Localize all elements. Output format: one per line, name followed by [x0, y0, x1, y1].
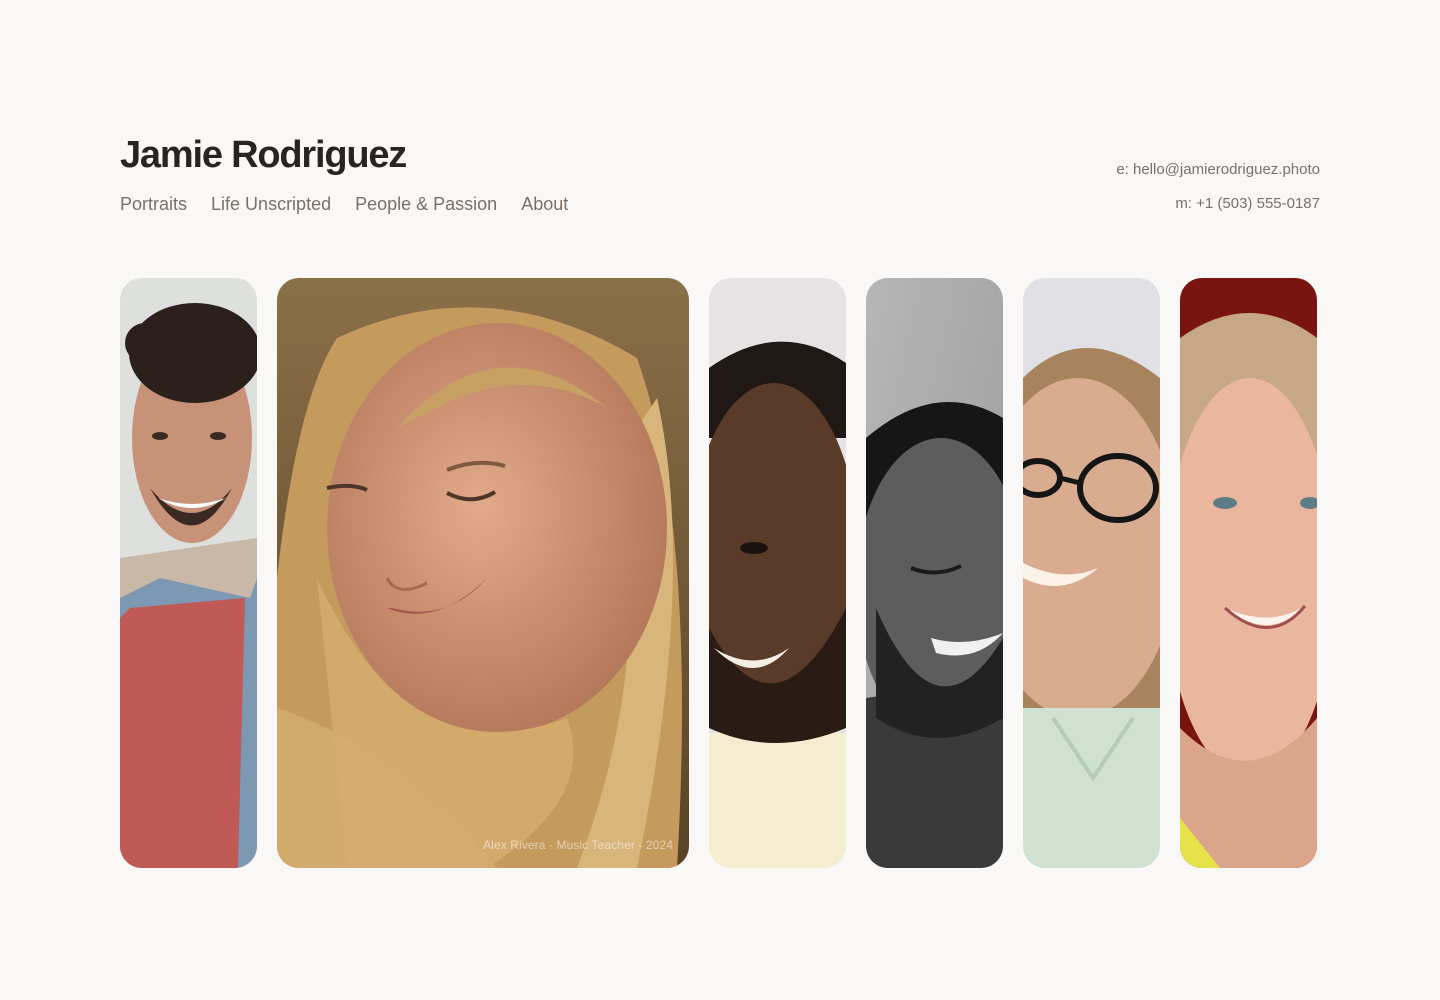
gallery-photo-3[interactable] [709, 278, 846, 868]
gallery-photo-6[interactable] [1180, 278, 1317, 868]
contact-phone[interactable]: m: +1 (503) 555-0187 [1116, 194, 1320, 214]
gallery-photo-5[interactable] [1023, 278, 1160, 868]
gallery-photo-1[interactable] [120, 278, 257, 868]
portrait-smiling-young-man [120, 278, 257, 868]
portfolio-page: Jamie Rodriguez Portraits Life Unscripte… [0, 0, 1440, 1000]
portrait-blonde-woman [277, 278, 689, 868]
portrait-laughing-man-bw [866, 278, 1003, 868]
portrait-smiling-man [709, 278, 846, 868]
nav-link-life-unscripted[interactable]: Life Unscripted [211, 192, 331, 216]
nav-link-about[interactable]: About [521, 192, 568, 216]
main-nav: Portraits Life Unscripted People & Passi… [120, 192, 568, 216]
site-header: Jamie Rodriguez Portraits Life Unscripte… [120, 132, 1320, 216]
gallery-photo-4[interactable] [866, 278, 1003, 868]
site-title[interactable]: Jamie Rodriguez [120, 132, 568, 178]
brand-block: Jamie Rodriguez Portraits Life Unscripte… [120, 132, 568, 216]
photo-gallery: Alex Rivera - Music Teacher - 2024 [120, 278, 1320, 868]
portrait-woman-red-background [1180, 278, 1317, 868]
photo-caption: Alex Rivera - Music Teacher - 2024 [483, 838, 673, 852]
nav-link-people-passion[interactable]: People & Passion [355, 192, 497, 216]
nav-link-portraits[interactable]: Portraits [120, 192, 187, 216]
portrait-woman-glasses [1023, 278, 1160, 868]
contact-email[interactable]: e: hello@jamierodriguez.photo [1116, 160, 1320, 180]
contact-info: e: hello@jamierodriguez.photo m: +1 (503… [1116, 160, 1320, 214]
gallery-photo-featured[interactable]: Alex Rivera - Music Teacher - 2024 [277, 278, 689, 868]
